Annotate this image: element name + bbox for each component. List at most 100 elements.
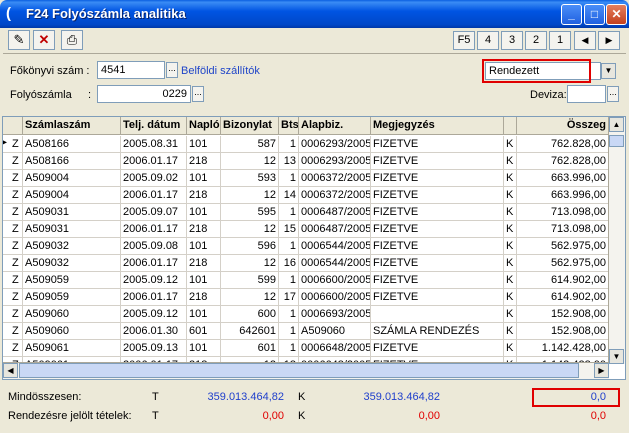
cell-alapbiz[interactable]: 0006693/2005 (299, 306, 371, 323)
col-header-bts[interactable]: Bts (279, 117, 299, 135)
cell-bizonylat[interactable]: 12 (221, 289, 279, 306)
fokonyvi-lookup-button[interactable]: ... (166, 62, 178, 78)
cell-tipus[interactable]: K (504, 323, 517, 340)
table-row[interactable]: Z A509059 2005.09.12 101 599 1 0006600/2005 FIZ… (3, 272, 609, 289)
cell-alapbiz[interactable]: 0006293/2005 (299, 153, 371, 170)
cell-szamlaszam[interactable]: A508166 (23, 153, 121, 170)
cell-tipus[interactable]: K (504, 187, 517, 204)
table-row[interactable]: Z A509032 2006.01.17 218 12 16 0006544/2005 FIZ… (3, 255, 609, 272)
cell-status[interactable]: Z (3, 306, 23, 323)
cell-osszeg[interactable]: 663.996,00 (517, 187, 609, 204)
cell-bts[interactable]: 1 (279, 136, 299, 153)
cell-telj-datum[interactable]: 2006.01.17 (121, 187, 187, 204)
table-row[interactable]: Z A509060 2006.01.30 601 642601 1 A509060 SZÁML… (3, 323, 609, 340)
page-button-4[interactable]: 4 (477, 31, 499, 50)
vertical-scrollbar[interactable]: ▲ ▼ (608, 117, 625, 364)
cell-bizonylat[interactable]: 593 (221, 170, 279, 187)
cell-megjegyzes[interactable]: FIZETVE (371, 187, 504, 204)
cell-bts[interactable]: 1 (279, 323, 299, 340)
cell-naplo[interactable]: 101 (187, 340, 221, 357)
cell-bizonylat[interactable]: 600 (221, 306, 279, 323)
deviza-input[interactable] (567, 85, 606, 103)
table-row[interactable]: Z A508166 2006.01.17 218 12 13 0006293/2005 FIZ… (3, 153, 609, 170)
table-row[interactable]: Z A509032 2005.09.08 101 596 1 0006544/2005 FIZ… (3, 238, 609, 255)
cell-bts[interactable]: 16 (279, 255, 299, 272)
cell-szamlaszam[interactable]: A509060 (23, 323, 121, 340)
cell-bizonylat[interactable]: 595 (221, 204, 279, 221)
cell-tipus[interactable]: K (504, 221, 517, 238)
cell-szamlaszam[interactable]: A509004 (23, 170, 121, 187)
cell-osszeg[interactable]: 713.098,00 (517, 204, 609, 221)
scroll-left-icon[interactable]: ◀ (3, 363, 18, 378)
cell-megjegyzes[interactable]: FIZETVE (371, 170, 504, 187)
cell-naplo[interactable]: 101 (187, 238, 221, 255)
cell-tipus[interactable]: K (504, 340, 517, 357)
cell-tipus[interactable]: K (504, 204, 517, 221)
cell-bts[interactable]: 1 (279, 170, 299, 187)
cell-telj-datum[interactable]: 2006.01.17 (121, 221, 187, 238)
cell-alapbiz[interactable]: 0006600/2005 (299, 272, 371, 289)
cell-telj-datum[interactable]: 2005.09.07 (121, 204, 187, 221)
cell-bizonylat[interactable]: 12 (221, 187, 279, 204)
scroll-thumb[interactable] (609, 135, 624, 147)
cell-status[interactable]: Z (3, 340, 23, 357)
next-arrow-icon[interactable]: ▶ (598, 31, 620, 50)
cell-tipus[interactable]: K (504, 255, 517, 272)
folyoszamla-input[interactable]: 0229 (97, 85, 191, 103)
delete-icon[interactable]: ✕ (33, 30, 55, 50)
cell-status[interactable]: Z (3, 187, 23, 204)
page-button-f5[interactable]: F5 (453, 31, 475, 50)
cell-osszeg[interactable]: 152.908,00 (517, 306, 609, 323)
cell-megjegyzes[interactable]: FIZETVE (371, 289, 504, 306)
table-row[interactable]: Z A509004 2005.09.02 101 593 1 0006372/2005 FIZ… (3, 170, 609, 187)
cell-szamlaszam[interactable]: A509060 (23, 306, 121, 323)
cell-szamlaszam[interactable]: A509059 (23, 289, 121, 306)
cell-telj-datum[interactable]: 2005.09.13 (121, 340, 187, 357)
cell-bizonylat[interactable]: 596 (221, 238, 279, 255)
table-row[interactable]: Z A509059 2006.01.17 218 12 17 0006600/2005 FIZ… (3, 289, 609, 306)
cell-megjegyzes[interactable]: SZÁMLA RENDEZÉS (371, 323, 504, 340)
cell-osszeg[interactable]: 562.975,00 (517, 238, 609, 255)
edit-tool-icon[interactable]: ✎ (8, 30, 30, 50)
cell-status[interactable]: Z (3, 289, 23, 306)
cell-alapbiz[interactable]: 0006487/2005 (299, 204, 371, 221)
cell-megjegyzes[interactable]: FIZETVE (371, 255, 504, 272)
cell-status[interactable]: Z (3, 255, 23, 272)
scroll-right-icon[interactable]: ▶ (594, 363, 609, 378)
cell-bts[interactable]: 14 (279, 187, 299, 204)
cell-osszeg[interactable]: 762.828,00 (517, 153, 609, 170)
cell-naplo[interactable]: 101 (187, 170, 221, 187)
col-header-naplo[interactable]: Napló (187, 117, 221, 135)
cell-tipus[interactable]: K (504, 272, 517, 289)
col-header-megjegyzes[interactable]: Megjegyzés (371, 117, 504, 135)
cell-naplo[interactable]: 218 (187, 255, 221, 272)
cell-szamlaszam[interactable]: A509032 (23, 238, 121, 255)
cell-bizonylat[interactable]: 642601 (221, 323, 279, 340)
cell-tipus[interactable]: K (504, 306, 517, 323)
cell-alapbiz[interactable]: 0006293/2005 (299, 136, 371, 153)
cell-szamlaszam[interactable]: A509059 (23, 272, 121, 289)
col-header-tipus[interactable] (504, 117, 517, 135)
cell-bts[interactable]: 1 (279, 204, 299, 221)
print-icon[interactable]: ⎙ (61, 30, 83, 50)
cell-naplo[interactable]: 218 (187, 187, 221, 204)
cell-alapbiz[interactable]: 0006648/2005 (299, 340, 371, 357)
cell-tipus[interactable]: K (504, 136, 517, 153)
cell-naplo[interactable]: 101 (187, 136, 221, 153)
cell-szamlaszam[interactable]: A509004 (23, 187, 121, 204)
cell-naplo[interactable]: 218 (187, 221, 221, 238)
cell-osszeg[interactable]: 1.142.428,00 (517, 340, 609, 357)
cell-telj-datum[interactable]: 2005.09.02 (121, 170, 187, 187)
prev-arrow-icon[interactable]: ◀ (574, 31, 596, 50)
page-button-1[interactable]: 1 (549, 31, 571, 50)
cell-bts[interactable]: 1 (279, 238, 299, 255)
cell-megjegyzes[interactable]: FIZETVE (371, 136, 504, 153)
cell-telj-datum[interactable]: 2006.01.30 (121, 323, 187, 340)
cell-naplo[interactable]: 218 (187, 289, 221, 306)
table-row[interactable]: Z A509031 2006.01.17 218 12 15 0006487/2005 FIZ… (3, 221, 609, 238)
cell-status[interactable]: Z (3, 153, 23, 170)
cell-tipus[interactable]: K (504, 153, 517, 170)
cell-alapbiz[interactable]: A509060 (299, 323, 371, 340)
cell-osszeg[interactable]: 762.828,00 (517, 136, 609, 153)
cell-alapbiz[interactable]: 0006372/2005 (299, 170, 371, 187)
